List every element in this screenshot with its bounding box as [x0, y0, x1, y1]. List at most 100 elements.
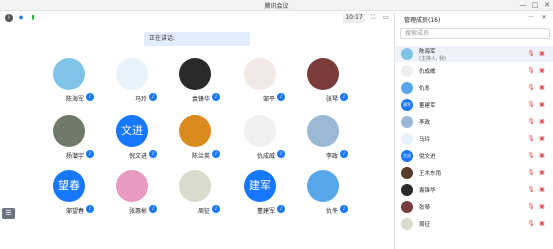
window-title: 腾讯会议 [264, 3, 289, 10]
participant-tile[interactable]: 马玲 ♪ [101, 58, 161, 108]
member-camera-off-icon[interactable]: ▣ [538, 101, 546, 109]
avatar [307, 58, 339, 90]
member-camera-off-icon[interactable]: ▣ [538, 186, 546, 194]
member-avatar: 文进 [401, 150, 413, 162]
member-name: 陈海军 [419, 49, 436, 55]
member-name: 周征 [419, 222, 431, 228]
avatar [307, 170, 339, 202]
avatar [179, 170, 211, 202]
member-row[interactable]: 王木东雨 🎙 ▣ [395, 165, 553, 181]
participant-name: 周征 [197, 208, 210, 215]
participant-name: 张琴 [325, 96, 338, 103]
avatar [307, 115, 339, 147]
close-icon[interactable]: ✕ [541, 0, 553, 11]
mic-icon: ♪ [277, 205, 285, 213]
member-search-input[interactable]: 搜索成员 [400, 28, 550, 39]
participant-tile[interactable]: 袁锋华 ♪ [164, 58, 224, 108]
participant-name: 袁锋华 [191, 96, 210, 103]
participant-tile[interactable]: 张惠彬 ♪ [101, 170, 161, 220]
member-mic-muted-icon[interactable]: 🎙 [527, 135, 535, 143]
avatar: 望春 [53, 170, 85, 202]
member-panel-title: 管理成员(16) [404, 17, 441, 24]
member-camera-off-icon[interactable]: ▣ [538, 84, 546, 92]
mic-icon: ♪ [149, 150, 157, 158]
member-mic-muted-icon[interactable]: 🎙 [527, 186, 535, 194]
panel-close-icon[interactable]: ✕ [539, 13, 549, 23]
participant-tile[interactable]: 张琴 ♪ [292, 58, 352, 108]
participant-tile[interactable]: 杨潜宇 ♪ [38, 115, 98, 165]
participant-name: 仇成威 [256, 153, 275, 160]
meeting-toolbar: i ◆ ▮ 10:17 ⛶ ▭ [0, 12, 393, 25]
maximize-icon[interactable]: □ [529, 0, 541, 11]
member-mic-muted-icon[interactable]: 🎙 [527, 101, 535, 109]
participant-tile[interactable]: 仇成威 ♪ [229, 115, 289, 165]
participant-tile[interactable]: 陈海军 ♪ [38, 58, 98, 108]
participant-name: 马玲 [134, 96, 147, 103]
avatar [244, 115, 276, 147]
member-avatar [401, 167, 413, 179]
member-row[interactable]: 马玲 🎙 ▣ [395, 131, 553, 147]
participant-name: 陈兰英 [191, 153, 210, 160]
member-mic-muted-icon[interactable]: 🎙 [527, 169, 535, 177]
member-row[interactable]: 文进 倪文进 🎙 ▣ [395, 148, 553, 164]
mic-icon: ♪ [340, 150, 348, 158]
mic-icon: ♪ [340, 205, 348, 213]
participant-tile[interactable]: 李政 ♪ [292, 115, 352, 165]
participant-name: 杨潜宇 [65, 153, 84, 160]
avatar [179, 115, 211, 147]
member-camera-off-icon[interactable]: ▣ [538, 67, 546, 75]
avatar [244, 58, 276, 90]
member-row[interactable]: 袁锋华 🎙 ▣ [395, 182, 553, 198]
member-camera-off-icon[interactable]: ▣ [538, 118, 546, 126]
member-avatar [401, 65, 413, 77]
participant-tile[interactable]: 邹平 ♪ [229, 58, 289, 108]
participant-tile[interactable]: 建军 董建军 ♪ [229, 170, 289, 220]
member-camera-off-icon[interactable]: ▣ [538, 203, 546, 211]
participant-name: 董建军 [256, 208, 275, 215]
participant-name: 陈海军 [65, 96, 84, 103]
member-camera-off-icon[interactable]: ▣ [538, 152, 546, 160]
layout-icon[interactable]: ▭ [382, 14, 390, 22]
participant-tile[interactable]: 仇冬 ♪ [292, 170, 352, 220]
member-mic-muted-icon[interactable]: 🎙 [527, 220, 535, 228]
mic-icon: ♪ [86, 205, 94, 213]
member-name: 马玲 [419, 137, 431, 143]
fullscreen-icon[interactable]: ⛶ [369, 14, 377, 22]
member-mic-muted-icon[interactable]: 🎙 [527, 203, 535, 211]
mic-icon: ♪ [340, 93, 348, 101]
member-name: 仇成威 [419, 69, 436, 75]
participant-tile[interactable]: 陈兰英 ♪ [164, 115, 224, 165]
member-row[interactable]: 周征 🎙 ▣ [395, 216, 553, 232]
member-row[interactable]: 仇冬 🎙 ▣ [395, 80, 553, 96]
member-camera-off-icon[interactable]: ▣ [538, 135, 546, 143]
member-mic-muted-icon[interactable]: 🎙 [527, 84, 535, 92]
member-row[interactable]: 李政 🎙 ▣ [395, 114, 553, 130]
member-mic-muted-icon[interactable]: 🎙 [527, 50, 535, 58]
participant-tile[interactable]: 周征 ♪ [164, 170, 224, 220]
member-name: 董建军 [419, 103, 436, 109]
mic-icon: ♪ [149, 93, 157, 101]
member-camera-off-icon[interactable]: ▣ [538, 220, 546, 228]
member-camera-off-icon[interactable]: ▣ [538, 50, 546, 58]
mic-icon: ♪ [86, 93, 94, 101]
member-row[interactable]: 张琴 🎙 ▣ [395, 199, 553, 215]
member-mic-muted-icon[interactable]: 🎙 [527, 67, 535, 75]
signal-icon[interactable]: ▮ [29, 14, 37, 22]
mic-icon: ♪ [149, 205, 157, 213]
shield-icon[interactable]: ◆ [17, 14, 25, 22]
member-row[interactable]: 陈海军 (主持人, 我) 🎙 ▣ [395, 46, 553, 62]
minimize-icon[interactable]: — [517, 0, 529, 11]
avatar [116, 170, 148, 202]
more-icon[interactable]: ··· [526, 13, 536, 23]
member-name: 李政 [419, 120, 431, 126]
chat-list-icon[interactable]: ☰ [2, 208, 15, 219]
participant-tile[interactable]: 望春 邹望春 ♪ [38, 170, 98, 220]
info-icon[interactable]: i [5, 14, 13, 22]
member-row[interactable]: 仇成威 🎙 ▣ [395, 63, 553, 79]
participant-name: 仇冬 [325, 208, 338, 215]
participant-tile[interactable]: 文进 倪文进 ♪ [101, 115, 161, 165]
member-camera-off-icon[interactable]: ▣ [538, 169, 546, 177]
member-mic-muted-icon[interactable]: 🎙 [527, 118, 535, 126]
member-mic-muted-icon[interactable]: 🎙 [527, 152, 535, 160]
member-row[interactable]: 建军 董建军 🎙 ▣ [395, 97, 553, 113]
